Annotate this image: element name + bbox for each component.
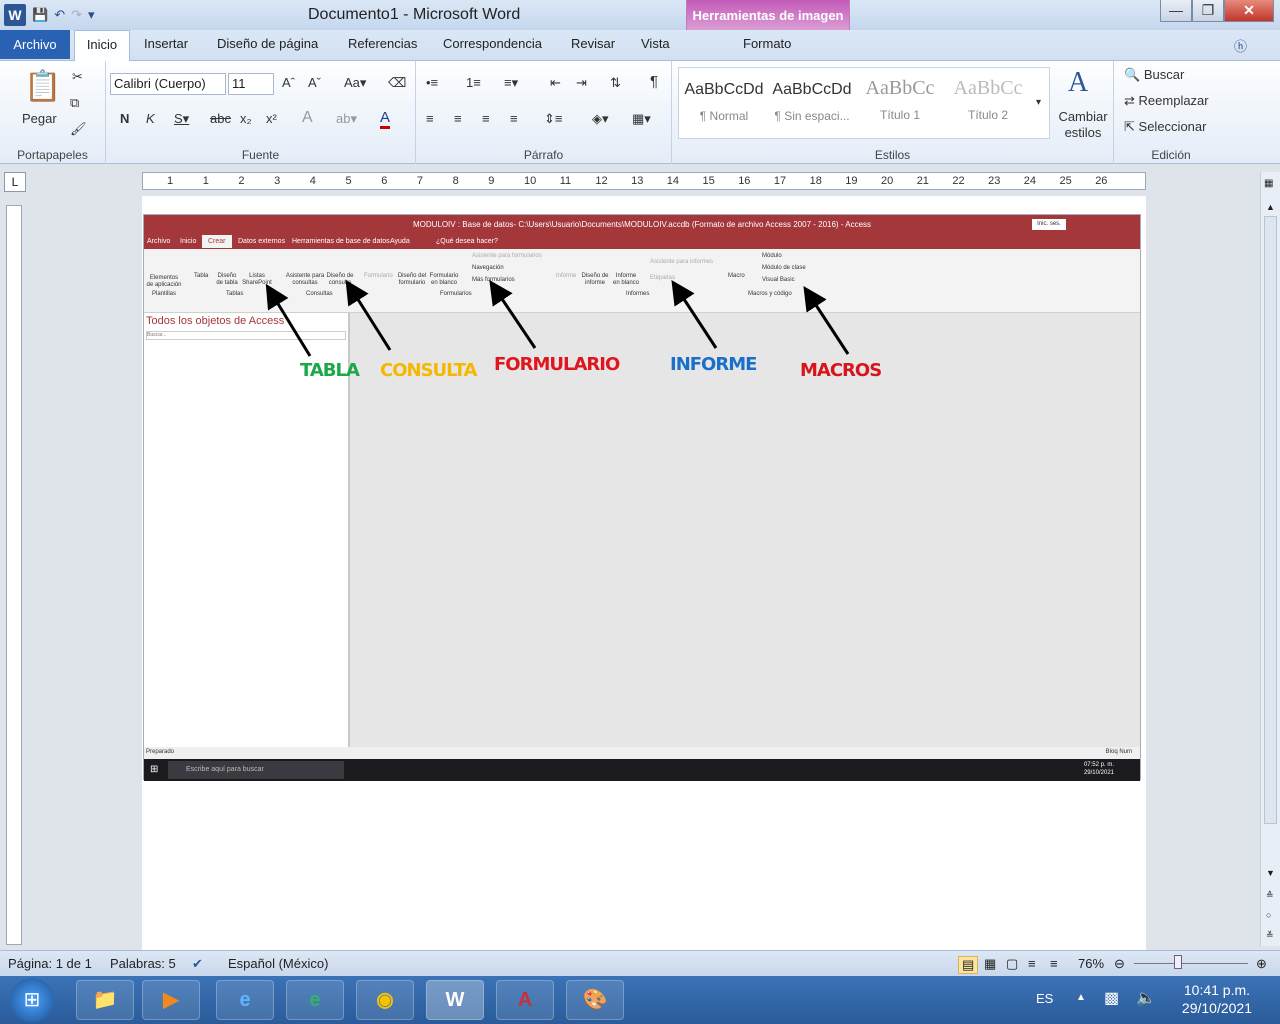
vertical-scrollbar[interactable]: ▦ ▲ ▼ ≙ ○ ≚ bbox=[1260, 172, 1280, 946]
windows-taskbar: ⊞ 📁 ▶ e e ◉ W A 🎨 ES ▲ ▩ 🔈 10:41 p.m. 29… bbox=[0, 976, 1280, 1024]
zoom-level[interactable]: 76% bbox=[1078, 956, 1104, 971]
edge-icon[interactable]: e bbox=[286, 980, 344, 1020]
arrow-tabla bbox=[265, 283, 312, 357]
web-layout-icon[interactable]: ▢ bbox=[1006, 956, 1018, 972]
annotation-formulario: FORMULARIO bbox=[494, 354, 620, 375]
language-status[interactable]: Español (México) bbox=[228, 956, 328, 971]
access-taskbar-icon[interactable]: A bbox=[496, 980, 554, 1020]
zoom-slider[interactable] bbox=[1134, 963, 1248, 964]
full-screen-reading-icon[interactable]: ▦ bbox=[984, 956, 996, 972]
taskbar-clock[interactable]: 10:41 p.m. 29/10/2021 bbox=[1182, 981, 1252, 1017]
scroll-thumb[interactable] bbox=[1264, 216, 1277, 824]
arrow-consulta bbox=[345, 279, 392, 351]
proofing-icon[interactable]: ✔ bbox=[192, 956, 203, 972]
draft-icon[interactable]: ≡ bbox=[1050, 956, 1058, 971]
start-button-icon[interactable]: ⊞ bbox=[10, 978, 54, 1022]
arrow-informe bbox=[671, 279, 718, 349]
arrow-formulario bbox=[489, 280, 537, 349]
annotation-arrows bbox=[265, 279, 850, 357]
show-hidden-icons[interactable]: ▲ bbox=[1076, 992, 1086, 1003]
scroll-down-icon[interactable]: ▼ bbox=[1266, 868, 1275, 878]
previous-page-icon[interactable]: ≙ bbox=[1266, 890, 1274, 901]
media-player-icon[interactable]: ▶ bbox=[142, 980, 200, 1020]
chrome-icon[interactable]: ◉ bbox=[356, 980, 414, 1020]
annotation-informe: INFORME bbox=[670, 354, 757, 375]
tab-format[interactable]: Formato bbox=[743, 36, 791, 51]
internet-explorer-icon[interactable]: e bbox=[216, 980, 274, 1020]
next-page-icon[interactable]: ≚ bbox=[1266, 930, 1274, 941]
page-count[interactable]: Página: 1 de 1 bbox=[8, 956, 92, 971]
arrow-macros bbox=[803, 285, 850, 355]
volume-muted-icon[interactable]: 🔈 bbox=[1136, 988, 1156, 1008]
annotation-consulta: CONSULTA bbox=[380, 360, 477, 381]
zoom-out-icon[interactable]: ⊖ bbox=[1114, 956, 1125, 972]
print-layout-icon[interactable]: ▤ bbox=[958, 956, 979, 974]
zoom-slider-thumb[interactable] bbox=[1174, 955, 1182, 969]
language-indicator[interactable]: ES bbox=[1036, 991, 1053, 1006]
browse-object-icon[interactable]: ○ bbox=[1266, 910, 1271, 920]
outline-icon[interactable]: ≡ bbox=[1028, 956, 1036, 971]
network-icon[interactable]: ▩ bbox=[1104, 988, 1119, 1008]
word-taskbar-icon[interactable]: W bbox=[426, 980, 484, 1020]
word-count[interactable]: Palabras: 5 bbox=[110, 956, 176, 971]
zoom-in-icon[interactable]: ⊕ bbox=[1256, 956, 1267, 972]
scroll-up-icon[interactable]: ▲ bbox=[1266, 202, 1275, 212]
tab-home[interactable]: Inicio bbox=[74, 30, 130, 61]
paint-icon[interactable]: 🎨 bbox=[566, 980, 624, 1020]
taskbar-date: 29/10/2021 bbox=[1181, 1000, 1252, 1016]
ruler-toggle-icon[interactable]: ▦ bbox=[1264, 178, 1273, 189]
taskbar-time: 10:41 p.m. bbox=[1183, 982, 1251, 998]
status-bar: Página: 1 de 1 Palabras: 5 ✔ Español (Mé… bbox=[0, 950, 1280, 976]
annotation-macros: MACROS bbox=[800, 360, 882, 381]
explorer-icon[interactable]: 📁 bbox=[76, 980, 134, 1020]
annotation-tabla: TABLA bbox=[300, 360, 360, 381]
